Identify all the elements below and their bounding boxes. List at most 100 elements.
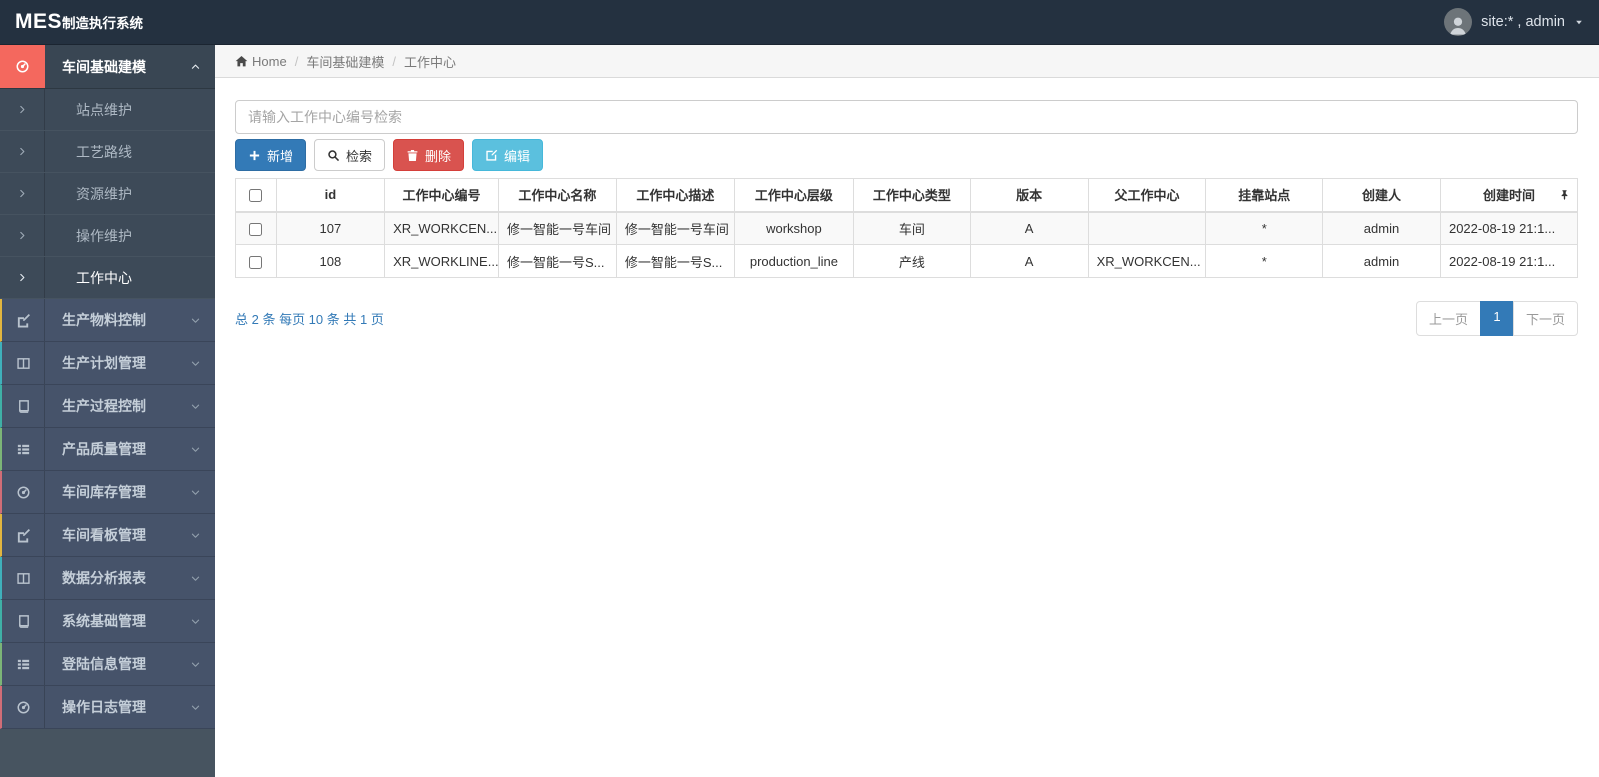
columns-icon: [2, 557, 45, 599]
table-cell: XR_WORKCEN...: [384, 211, 499, 245]
edit-icon: [2, 299, 45, 341]
pagination: 上一页 1 下一页: [1415, 301, 1578, 336]
dashboard-icon: [2, 686, 45, 728]
sidebar-item-label: 工艺路线: [76, 143, 132, 160]
sidebar-item-label: 车间看板管理: [62, 527, 146, 543]
work-center-table: id 工作中心编号 工作中心名称 工作中心描述 工作中心层级 工作中心类型 版本 父工作中心挂…: [235, 178, 1579, 278]
sidebar-item-product-quality-management[interactable]: 产品质量管理: [0, 428, 215, 471]
sidebar-item-login-info-management[interactable]: 登陆信息管理: [0, 643, 215, 686]
user-label[interactable]: site:* , admin: [1481, 14, 1565, 30]
search-button[interactable]: 检索: [314, 139, 386, 171]
caret-down-icon[interactable]: [1574, 17, 1584, 27]
columns-icon: [2, 342, 45, 384]
row-select-cell: [235, 211, 277, 245]
sidebar-item-resource-maintenance[interactable]: 资源维护: [0, 173, 215, 215]
sidebar-item-label: 车间基础建模: [62, 58, 146, 75]
sidebar: 车间基础建模 站点维护工艺路线资源维护操作维护工作中心 生产物料控制生产计划管理…: [0, 45, 215, 777]
delete-button-label: 删除: [425, 148, 452, 164]
select-all-checkbox[interactable]: [249, 189, 263, 203]
table-cell: 2022-08-19 21:1...: [1439, 244, 1579, 278]
sidebar-item-process-route[interactable]: 工艺路线: [0, 131, 215, 173]
chevron-down-icon: [190, 358, 201, 369]
table-cell: 修一智能一号S...: [615, 244, 735, 278]
sidebar-item-operation-maintenance[interactable]: 操作维护: [0, 215, 215, 257]
sidebar-item-label: 数据分析报表: [62, 570, 146, 586]
dashboard-icon: [2, 471, 45, 513]
sidebar-item-operation-log-management[interactable]: 操作日志管理: [0, 686, 215, 729]
chevron-down-icon: [190, 444, 201, 455]
search-button-label: 检索: [346, 148, 373, 164]
column-header: 创建时间: [1439, 178, 1579, 213]
breadcrumb-home[interactable]: Home: [252, 54, 287, 69]
chevron-down-icon: [190, 573, 201, 584]
breadcrumb-separator: /: [294, 53, 299, 69]
sidebar-item-label: 操作维护: [76, 227, 132, 244]
sidebar-item-workshop-basic-modeling[interactable]: 车间基础建模: [0, 45, 215, 89]
next-page-button[interactable]: 下一页: [1512, 301, 1578, 336]
add-button[interactable]: 新增: [235, 139, 307, 171]
sidebar-item-system-basic-management[interactable]: 系统基础管理: [0, 600, 215, 643]
pagination-row: 总 2 条 每页 10 条 共 1 页 上一页 1 下一页: [235, 301, 1578, 336]
user-avatar[interactable]: [1444, 8, 1473, 36]
breadcrumb: Home / 车间基础建模 / 工作中心: [215, 45, 1599, 78]
column-header: 工作中心描述: [615, 178, 735, 213]
pin-icon: [1559, 189, 1570, 200]
table-cell: XR_WORKCEN...: [1087, 244, 1207, 278]
sidebar-item-station-maintenance[interactable]: 站点维护: [0, 89, 215, 131]
plus-icon: [248, 149, 261, 162]
sidebar-item-label: 资源维护: [76, 185, 132, 202]
column-header: 工作中心编号: [384, 178, 499, 213]
chevron-down-icon: [190, 487, 201, 498]
table-cell: 107: [275, 211, 386, 245]
chevron-right-icon: [0, 89, 45, 130]
sidebar-item-work-center[interactable]: 工作中心: [0, 257, 215, 299]
sidebar-item-label: 生产物料控制: [62, 312, 146, 328]
sidebar-item-production-plan-management[interactable]: 生产计划管理: [0, 342, 215, 385]
sidebar-item-production-material-control[interactable]: 生产物料控制: [0, 299, 215, 342]
delete-button[interactable]: 删除: [393, 139, 465, 171]
table-cell: A: [969, 211, 1089, 245]
column-header: 工作中心类型: [853, 178, 971, 213]
table-cell: A: [969, 244, 1089, 278]
edit-icon: [2, 514, 45, 556]
chevron-down-icon: [190, 616, 201, 627]
chevron-right-icon: [0, 173, 45, 214]
app-window: MES 制造执行系统 site:* , admin 车间基础建模 站点维护工艺路…: [0, 0, 1599, 777]
table-cell: 2022-08-19 21:1...: [1439, 211, 1579, 245]
edit-button[interactable]: 编辑: [472, 139, 544, 171]
sidebar-item-workshop-inventory-management[interactable]: 车间库存管理: [0, 471, 215, 514]
row-checkbox[interactable]: [249, 222, 263, 236]
sidebar-item-label: 生产过程控制: [62, 398, 146, 414]
search-input[interactable]: [235, 100, 1578, 134]
main-area: Home / 车间基础建模 / 工作中心 新增 检索: [215, 45, 1599, 777]
row-checkbox[interactable]: [249, 255, 263, 269]
page-1-button[interactable]: 1: [1479, 301, 1514, 336]
column-header: 挂靠站点: [1205, 178, 1324, 213]
top-navbar: MES 制造执行系统 site:* , admin: [0, 0, 1599, 45]
table-cell: 修一智能一号车间: [615, 211, 735, 245]
pagination-summary: 总 2 条 每页 10 条 共 1 页: [235, 312, 384, 327]
sidebar-item-workshop-kanban-management[interactable]: 车间看板管理: [0, 514, 215, 557]
book-icon: [2, 385, 45, 427]
toolbar: 新增 检索 删除 编辑: [235, 139, 1578, 171]
breadcrumb-section[interactable]: 车间基础建模: [306, 52, 384, 71]
sidebar-submenu: 站点维护工艺路线资源维护操作维护工作中心: [0, 89, 215, 299]
table-cell: *: [1205, 244, 1324, 278]
table-row[interactable]: 107 XR_WORKCEN... 修一智能一号车间 修一智能一号车间 workshop…: [235, 211, 1579, 245]
prev-page-button[interactable]: 上一页: [1415, 301, 1481, 336]
chevron-right-icon: [0, 131, 45, 172]
list-icon: [2, 428, 45, 470]
table-row[interactable]: 108 XR_WORKLINE... 修一智能一号S... 修一智能一号S... pro…: [235, 244, 1579, 278]
sidebar-item-data-analysis-report[interactable]: 数据分析报表: [0, 557, 215, 600]
select-all-cell: [235, 178, 277, 213]
column-header: 工作中心名称: [497, 178, 617, 213]
table-cell: [1087, 211, 1207, 245]
book-icon: [2, 600, 45, 642]
table-cell: 108: [275, 244, 386, 278]
add-button-label: 新增: [267, 148, 294, 164]
chevron-up-icon: [190, 61, 201, 72]
user-menu[interactable]: site:* , admin: [1444, 8, 1584, 36]
table-cell: *: [1205, 211, 1324, 245]
sidebar-item-production-process-control[interactable]: 生产过程控制: [0, 385, 215, 428]
chevron-down-icon: [190, 530, 201, 541]
